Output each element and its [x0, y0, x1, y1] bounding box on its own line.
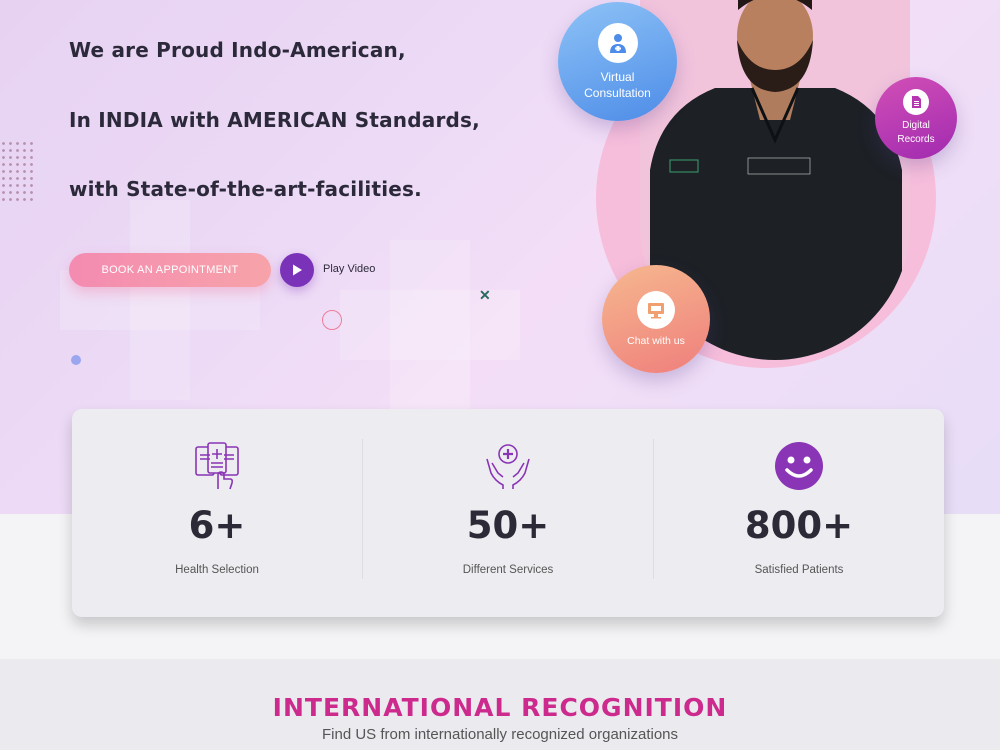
- play-video-button[interactable]: [280, 253, 314, 287]
- smiley-icon: [775, 442, 823, 490]
- recognition-subtitle: Find US from internationally recognized …: [321, 726, 678, 743]
- hero-headline-line3: with State-of-the-art-facilities.: [69, 177, 422, 201]
- stat-value: 800+: [744, 504, 854, 547]
- stat-label: Different Services: [462, 564, 554, 576]
- stat-label: Satisfied Patients: [754, 564, 844, 576]
- digital-label-line2: Records: [897, 134, 935, 145]
- stat-label: Health Selection: [175, 564, 259, 576]
- recognition-title: INTERNATIONAL RECOGNITION: [272, 693, 728, 722]
- close-icon: ✕: [479, 287, 491, 303]
- doctor-icon: [597, 22, 638, 63]
- background-cross-shape: [340, 290, 520, 360]
- dot-pattern-decoration: [0, 140, 34, 202]
- stat-health-selection: 6+ Health Selection: [72, 409, 362, 617]
- hero-headline-line2: In INDIA with AMERICAN Standards,: [69, 108, 480, 132]
- chat-monitor-icon: [637, 291, 675, 329]
- virtual-label-line2: Consultation: [584, 85, 651, 100]
- hands-care-icon: [486, 444, 530, 489]
- virtual-label-line1: Virtual: [600, 69, 635, 84]
- chat-label: Chat with us: [627, 335, 685, 347]
- stat-different-services: 50+ Different Services: [363, 409, 653, 617]
- digital-records-badge[interactable]: Digital Records: [875, 77, 957, 159]
- stat-value: 50+: [466, 504, 550, 547]
- chat-with-us-badge[interactable]: Chat with us: [602, 265, 710, 373]
- play-icon: [293, 264, 302, 276]
- medical-records-icon: [195, 442, 239, 490]
- play-video-label[interactable]: Play Video: [323, 263, 375, 275]
- stat-value: 6+: [188, 504, 246, 547]
- hero-headline-line1: We are Proud Indo-American,: [69, 38, 406, 62]
- virtual-consultation-badge[interactable]: Virtual Consultation: [558, 2, 677, 121]
- recognition-section: INTERNATIONAL RECOGNITION Find US from i…: [0, 659, 1000, 750]
- document-icon: [903, 89, 929, 115]
- book-appointment-button[interactable]: BOOK AN APPOINTMENT: [69, 253, 271, 287]
- digital-label-line1: Digital: [902, 120, 930, 131]
- stats-card: 6+ Health Selection 50+ Different Servic…: [72, 409, 944, 617]
- stat-satisfied-patients: 800+ Satisfied Patients: [654, 409, 944, 617]
- dot-decoration: [71, 355, 81, 365]
- ring-decoration: [322, 310, 342, 330]
